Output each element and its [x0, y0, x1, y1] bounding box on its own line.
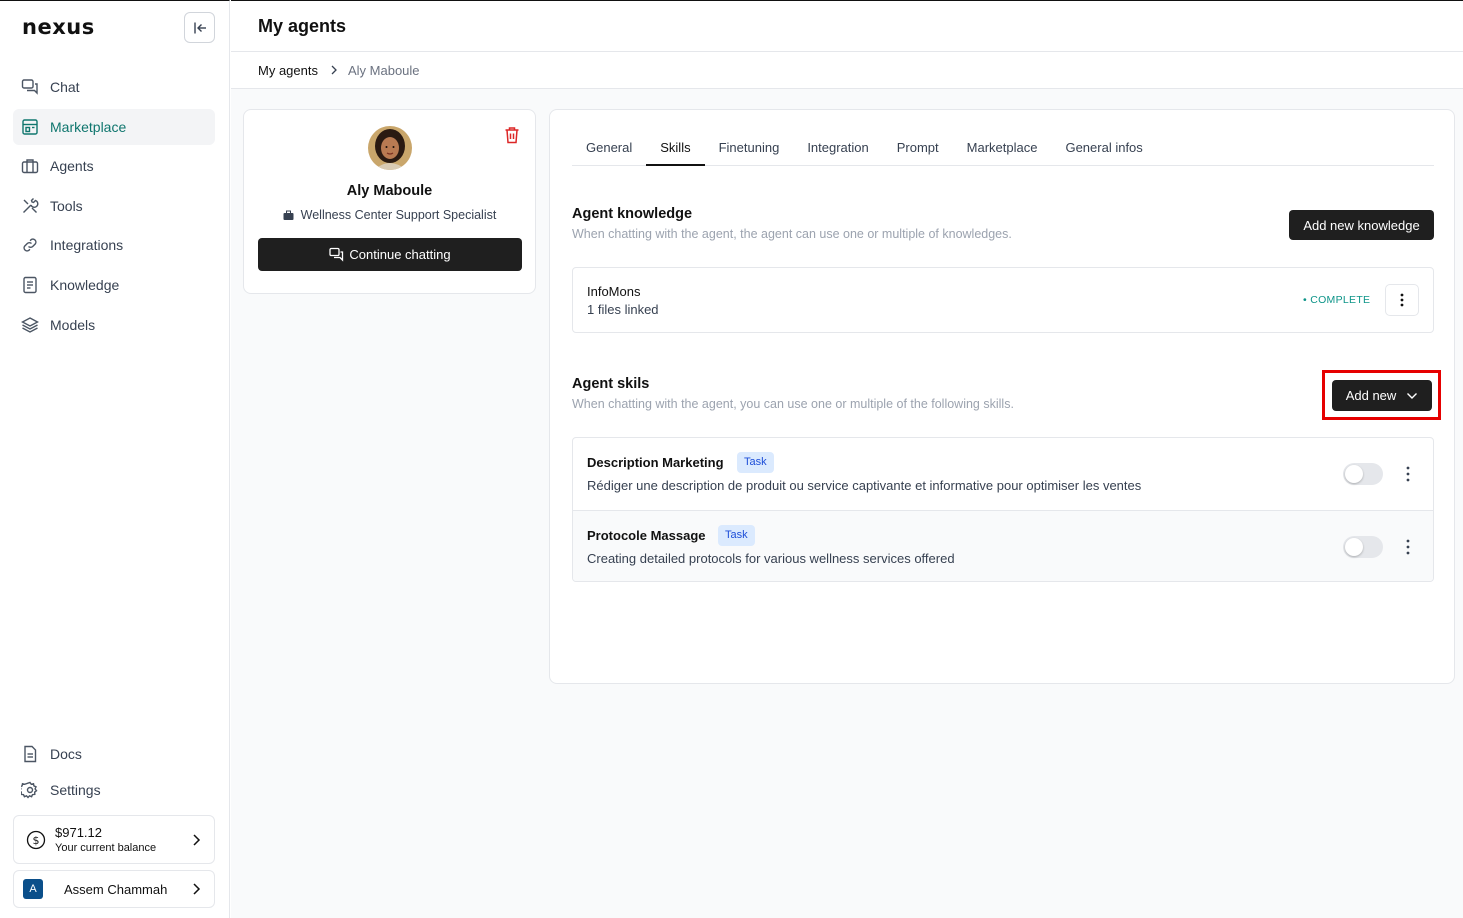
agent-avatar [368, 126, 412, 170]
svg-text:$: $ [33, 834, 40, 847]
sidebar-item-label: Marketplace [50, 118, 127, 135]
sidebar-item-tools[interactable]: Tools [13, 188, 215, 224]
skill-type-badge: Task [737, 452, 774, 473]
tab-general[interactable]: General [572, 134, 646, 166]
skill-item-description: Rédiger une description de produit ou se… [587, 478, 1142, 493]
knowledge-item-name: InfoMons [587, 284, 641, 299]
knowledge-item-menu-button[interactable] [1385, 284, 1419, 316]
sidebar-item-label: Models [50, 316, 96, 333]
page-title: My agents [258, 16, 347, 36]
balance-caption: Your current balance [55, 842, 157, 854]
agent-profile-card: Aly Maboule Wellness Center Support Spec… [243, 109, 536, 294]
skill-toggle[interactable] [1343, 463, 1383, 485]
tab-prompt[interactable]: Prompt [883, 134, 953, 166]
add-new-skill-label: Add new [1345, 388, 1397, 403]
docs-icon [24, 745, 37, 763]
balance-card[interactable]: $ $971.12 Your current balance [13, 815, 215, 864]
briefcase-icon [21, 159, 39, 174]
add-new-skill-button[interactable]: Add new [1332, 380, 1432, 411]
skills-section-title: Agent skils [572, 376, 650, 392]
sidebar-item-settings[interactable]: Settings [13, 772, 215, 808]
more-vertical-icon[interactable] [1401, 538, 1415, 556]
avatar: A [23, 879, 43, 899]
sidebar-item-integrations[interactable]: Integrations [13, 227, 215, 263]
chevron-right-icon [331, 65, 337, 75]
sidebar: nexus Chat Marketplace Agents Tools Inte… [0, 0, 230, 918]
chevron-right-icon [193, 883, 201, 895]
sidebar-item-label: Docs [50, 746, 82, 762]
skills-section-description: When chatting with the agent, you can us… [572, 397, 1014, 411]
tab-integration[interactable]: Integration [793, 134, 882, 166]
chevron-right-icon [193, 833, 201, 846]
collapse-left-icon [193, 22, 206, 33]
user-name: Assem Chammah [64, 881, 168, 897]
agent-settings-card: General Skills Finetuning Integration Pr… [549, 109, 1455, 684]
main-area: My agents My agents Aly Maboule Aly Mabo… [231, 0, 1463, 918]
tab-skills[interactable]: Skills [646, 134, 705, 166]
add-new-knowledge-button[interactable]: Add new knowledge [1289, 210, 1434, 240]
sidebar-item-label: Knowledge [50, 276, 120, 293]
chevron-down-icon [1407, 392, 1418, 399]
skill-item-description: Creating detailed protocols for various … [587, 551, 955, 566]
layers-icon [21, 316, 39, 333]
tab-marketplace[interactable]: Marketplace [953, 134, 1052, 166]
sidebar-item-marketplace[interactable]: Marketplace [13, 108, 215, 145]
document-icon [23, 276, 37, 294]
agent-name: Aly Maboule [346, 183, 433, 199]
skill-type-badge: Task [718, 525, 755, 546]
user-card[interactable]: A Assem Chammah [13, 870, 215, 908]
sidebar-bottom-nav: Docs Settings [13, 736, 215, 808]
continue-chatting-button[interactable]: Continue chatting [258, 238, 522, 271]
balance-amount: $971.12 [55, 825, 102, 840]
sidebar-item-docs[interactable]: Docs [13, 736, 215, 772]
skill-item[interactable]: Description Marketing Task Rédiger une d… [573, 438, 1433, 510]
sidebar-item-label: Integrations [50, 237, 124, 254]
knowledge-item[interactable]: InfoMons 1 files linked • COMPLETE [572, 267, 1434, 333]
sidebar-item-agents[interactable]: Agents [13, 148, 215, 184]
sidebar-item-label: Tools [50, 197, 83, 214]
knowledge-section-description: When chatting with the agent, the agent … [572, 227, 1012, 241]
sidebar-item-label: Agents [50, 158, 94, 175]
collapse-sidebar-button[interactable] [184, 12, 215, 43]
top-bar: My agents [231, 1, 1463, 52]
agent-role-text: Wellness Center Support Specialist [300, 208, 497, 222]
more-vertical-icon [1400, 293, 1404, 307]
breadcrumb-current: Aly Maboule [347, 62, 420, 78]
tools-icon [23, 197, 39, 213]
skill-item-name: Description Marketing [587, 455, 724, 470]
breadcrumb: My agents Aly Maboule [231, 52, 1463, 89]
breadcrumb-link-my-agents[interactable]: My agents [258, 63, 318, 78]
knowledge-item-files: 1 files linked [587, 302, 659, 317]
sidebar-item-models[interactable]: Models [13, 307, 215, 343]
sidebar-nav: Chat Marketplace Agents Tools Integratio… [13, 69, 215, 346]
continue-chatting-label: Continue chatting [349, 247, 451, 262]
knowledge-section-title: Agent knowledge [572, 206, 693, 222]
tab-finetuning[interactable]: Finetuning [705, 134, 794, 166]
briefcase-icon [283, 210, 294, 220]
tab-bar: General Skills Finetuning Integration Pr… [572, 134, 1434, 166]
status-badge: • COMPLETE [1303, 294, 1371, 306]
dollar-coin-icon: $ [26, 830, 46, 849]
store-icon [22, 118, 38, 135]
chat-icon [329, 247, 344, 262]
agent-role: Wellness Center Support Specialist [244, 208, 535, 222]
tab-general-infos[interactable]: General infos [1051, 134, 1156, 166]
more-vertical-icon[interactable] [1401, 465, 1415, 483]
skill-item[interactable]: Protocole Massage Task Creating detailed… [573, 510, 1433, 581]
link-icon [23, 238, 37, 252]
chat-icon [21, 79, 38, 95]
gear-icon [21, 781, 38, 799]
app-logo[interactable]: nexus [22, 15, 95, 39]
skill-item-name: Protocole Massage [587, 528, 706, 543]
sidebar-item-knowledge[interactable]: Knowledge [13, 267, 215, 303]
trash-icon[interactable] [504, 126, 520, 144]
sidebar-item-chat[interactable]: Chat [13, 69, 215, 105]
skills-list: Description Marketing Task Rédiger une d… [572, 437, 1434, 582]
sidebar-item-label: Chat [50, 79, 80, 95]
sidebar-item-label: Settings [50, 782, 101, 798]
skill-toggle[interactable] [1343, 536, 1383, 558]
